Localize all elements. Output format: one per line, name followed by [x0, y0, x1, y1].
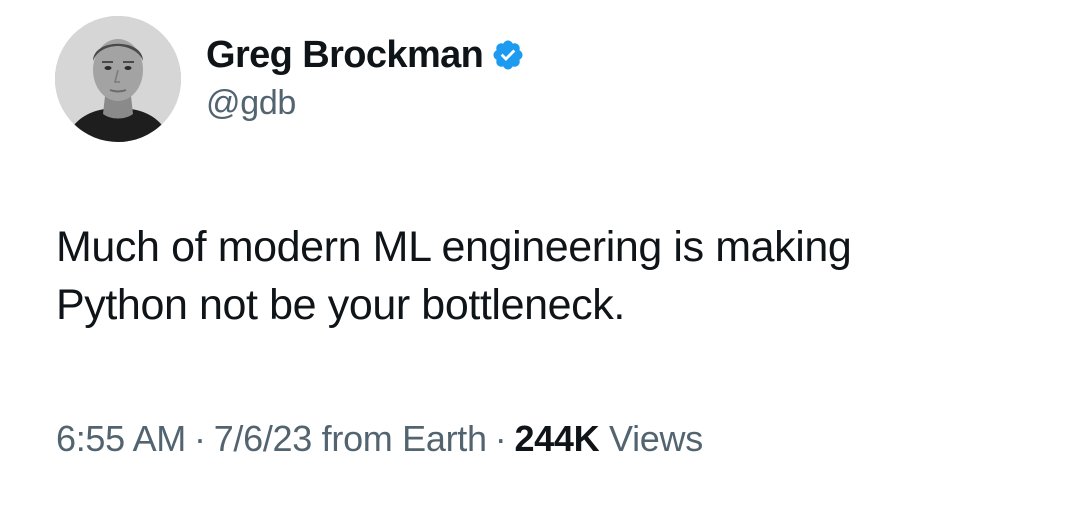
- tweet-time[interactable]: 6:55 AM: [56, 418, 186, 459]
- tweet-card: Greg Brockman @gdb Much of modern ML eng…: [0, 0, 1080, 519]
- name-row: Greg Brockman: [206, 32, 525, 78]
- tweet-text-line: Much of modern ML engineering is making: [56, 223, 852, 271]
- avatar-photo: [55, 16, 181, 142]
- verified-badge-icon[interactable]: [491, 38, 525, 72]
- display-name[interactable]: Greg Brockman: [206, 34, 484, 77]
- views-count: 244K: [514, 418, 600, 459]
- meta-separator: ·: [193, 418, 206, 459]
- views-label: Views: [609, 418, 703, 459]
- author-block: Greg Brockman @gdb: [206, 32, 525, 123]
- tweet-meta: 6:55 AM · 7/6/23 from Earth · 244K Views: [56, 418, 703, 460]
- tweet-text: Much of modern ML engineering is making …: [56, 218, 1036, 334]
- meta-separator: ·: [494, 418, 507, 459]
- user-handle[interactable]: @gdb: [206, 84, 525, 123]
- avatar[interactable]: [55, 16, 181, 142]
- tweet-date-source[interactable]: 7/6/23 from Earth: [214, 418, 487, 459]
- tweet-text-line: Python not be your bottleneck.: [56, 281, 625, 329]
